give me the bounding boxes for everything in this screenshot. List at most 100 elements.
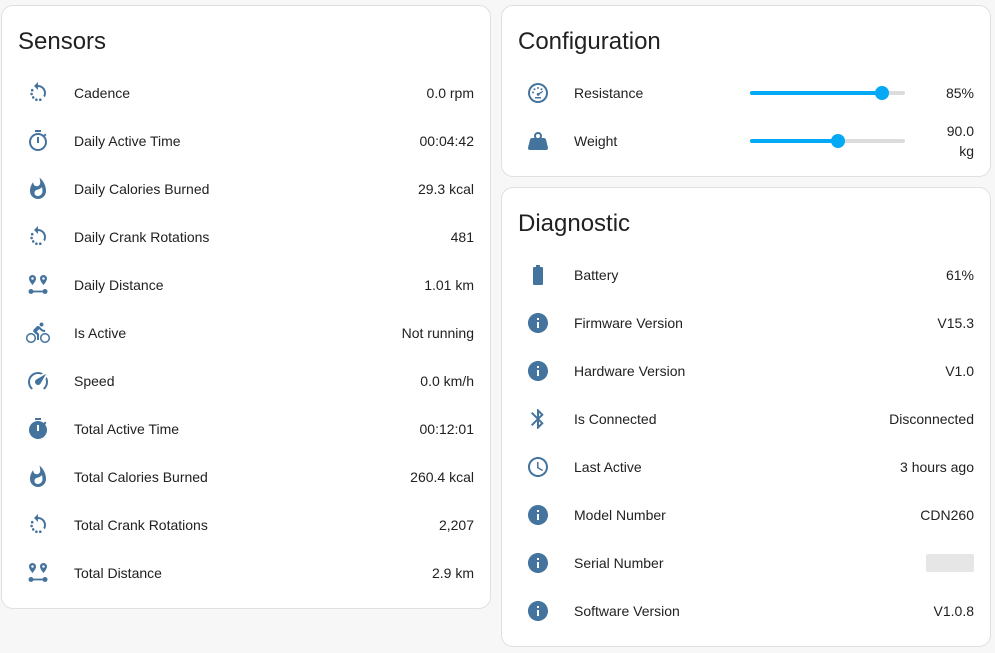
information-icon xyxy=(518,495,558,535)
sensors-title: Sensors xyxy=(18,28,107,55)
information-icon xyxy=(518,591,558,631)
entity-row-cadence[interactable]: Cadence 0.0 rpm xyxy=(2,69,490,117)
configuration-list: Resistance 85% Weight 90.0 kg xyxy=(502,69,990,165)
entity-label: Cadence xyxy=(74,85,131,101)
information-icon xyxy=(518,303,558,343)
entity-value: 2,207 xyxy=(438,517,474,533)
entity-label: Total Distance xyxy=(74,565,162,581)
sensors-card: Sensors Cadence 0.0 rpm Daily Active Time 0… xyxy=(1,5,491,609)
entity-label: Total Calories Burned xyxy=(74,469,208,485)
information-icon xyxy=(518,351,558,391)
rotate-dashed-icon xyxy=(18,73,58,113)
rotate-dashed-icon xyxy=(18,217,58,257)
entity-value: CDN260 xyxy=(920,507,974,523)
entity-value: V1.0 xyxy=(945,363,974,379)
map-marker-distance-icon xyxy=(18,553,58,593)
entity-row-daily-crank-rotations[interactable]: Daily Crank Rotations 481 xyxy=(2,213,490,261)
bluetooth-icon xyxy=(518,399,558,439)
entity-row-last-active[interactable]: Last Active 3 hours ago xyxy=(502,443,990,491)
information-icon xyxy=(518,543,558,583)
entity-row-daily-active-time[interactable]: Daily Active Time 00:04:42 xyxy=(2,117,490,165)
entity-label: Total Crank Rotations xyxy=(74,517,208,533)
weight-value-unit: kg xyxy=(959,143,974,159)
entity-value: V15.3 xyxy=(937,315,974,331)
entity-value: 3 hours ago xyxy=(900,459,974,475)
clock-outline-icon xyxy=(518,447,558,487)
weight-slider[interactable] xyxy=(750,131,905,151)
entity-value: Disconnected xyxy=(889,411,974,427)
entity-label: Daily Distance xyxy=(74,277,164,293)
entity-label: Daily Crank Rotations xyxy=(74,229,210,245)
battery-icon xyxy=(518,255,558,295)
entity-label: Is Connected xyxy=(574,411,657,427)
diagnostic-list: Battery 61% Firmware Version V15.3 Hardware … xyxy=(502,251,990,635)
entity-row-daily-calories-burned[interactable]: Daily Calories Burned 29.3 kcal xyxy=(2,165,490,213)
entity-row-daily-distance[interactable]: Daily Distance 1.01 km xyxy=(2,261,490,309)
entity-row-software-version[interactable]: Software Version V1.0.8 xyxy=(502,587,990,635)
entity-row-total-calories-burned[interactable]: Total Calories Burned 260.4 kcal xyxy=(2,453,490,501)
entity-label: Hardware Version xyxy=(574,363,686,379)
entity-value: 00:12:01 xyxy=(419,421,475,437)
speedometer-icon xyxy=(18,361,58,401)
entity-value: 61% xyxy=(945,267,974,283)
map-marker-distance-icon xyxy=(18,265,58,305)
weight-icon xyxy=(518,121,558,161)
entity-value: 481 xyxy=(450,229,474,245)
entity-row-model-number[interactable]: Model Number CDN260 xyxy=(502,491,990,539)
fire-icon xyxy=(18,457,58,497)
entity-label: Daily Calories Burned xyxy=(74,181,210,197)
weight-label: Weight xyxy=(574,133,618,149)
entity-value: 260.4 kcal xyxy=(410,469,474,485)
entity-value: 00:04:42 xyxy=(419,133,475,149)
entity-value: V1.0.8 xyxy=(933,603,974,619)
configuration-card: Configuration Resistance 85% Weight 90.0… xyxy=(501,5,991,177)
entity-row-is-active[interactable]: Is Active Not running xyxy=(2,309,490,357)
entity-label: Firmware Version xyxy=(574,315,683,331)
entity-value: 0.0 km/h xyxy=(420,373,474,389)
entity-value: 2.9 km xyxy=(431,565,474,581)
resistance-row[interactable]: Resistance 85% xyxy=(502,69,990,117)
weight-row[interactable]: Weight 90.0 kg xyxy=(502,117,990,165)
resistance-slider-thumb[interactable] xyxy=(874,86,889,100)
weight-slider-fill xyxy=(750,139,839,143)
entity-value: Not running xyxy=(401,325,474,341)
entity-label: Last Active xyxy=(574,459,642,475)
weight-value-number: 90.0 xyxy=(946,123,974,139)
weight-slider-thumb[interactable] xyxy=(831,134,846,148)
resistance-value: 85% xyxy=(945,85,974,101)
entity-row-firmware-version[interactable]: Firmware Version V15.3 xyxy=(502,299,990,347)
entity-label: Total Active Time xyxy=(74,421,180,437)
entity-row-battery[interactable]: Battery 61% xyxy=(502,251,990,299)
timer-icon xyxy=(18,409,58,449)
entity-value: 1.01 km xyxy=(424,277,474,293)
redacted-value xyxy=(926,554,974,572)
entity-row-total-active-time[interactable]: Total Active Time 00:12:01 xyxy=(2,405,490,453)
weight-value: 90.0 kg xyxy=(934,121,974,161)
rotate-dashed-icon xyxy=(18,505,58,545)
entity-value: 0.0 rpm xyxy=(426,85,474,101)
entity-row-serial-number[interactable]: Serial Number xyxy=(502,539,990,587)
entity-row-total-distance[interactable]: Total Distance 2.9 km xyxy=(2,549,490,597)
entity-value: 29.3 kcal xyxy=(417,181,474,197)
sensors-list: Cadence 0.0 rpm Daily Active Time 00:04:42 D… xyxy=(2,69,490,597)
resistance-label: Resistance xyxy=(574,85,644,101)
diagnostic-card: Diagnostic Battery 61% Firmware Version V15… xyxy=(501,187,991,647)
diagnostic-title: Diagnostic xyxy=(518,210,631,237)
entity-label: Daily Active Time xyxy=(74,133,181,149)
timer-outline-icon xyxy=(18,121,58,161)
entity-label: Model Number xyxy=(574,507,666,523)
entity-label: Software Version xyxy=(574,603,680,619)
entity-label: Speed xyxy=(74,373,115,389)
bike-icon xyxy=(18,313,58,353)
entity-label: Is Active xyxy=(74,325,127,341)
resistance-slider-fill xyxy=(750,91,882,95)
entity-row-is-connected[interactable]: Is Connected Disconnected xyxy=(502,395,990,443)
entity-row-speed[interactable]: Speed 0.0 km/h xyxy=(2,357,490,405)
fire-icon xyxy=(18,169,58,209)
entity-label: Battery xyxy=(574,267,619,283)
entity-row-hardware-version[interactable]: Hardware Version V1.0 xyxy=(502,347,990,395)
resistance-slider[interactable] xyxy=(750,83,905,103)
entity-label: Serial Number xyxy=(574,555,664,571)
gauge-icon xyxy=(518,73,558,113)
entity-row-total-crank-rotations[interactable]: Total Crank Rotations 2,207 xyxy=(2,501,490,549)
